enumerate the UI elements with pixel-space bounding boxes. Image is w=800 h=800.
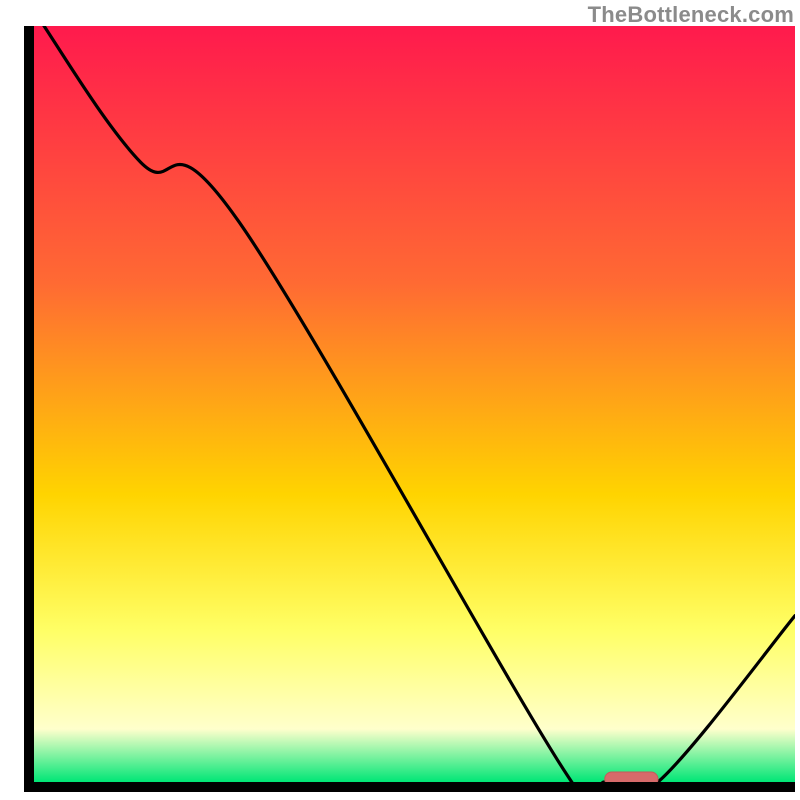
chart-stage: TheBottleneck.com [0, 0, 800, 800]
bottleneck-chart [0, 0, 800, 800]
plot-area [34, 26, 795, 782]
